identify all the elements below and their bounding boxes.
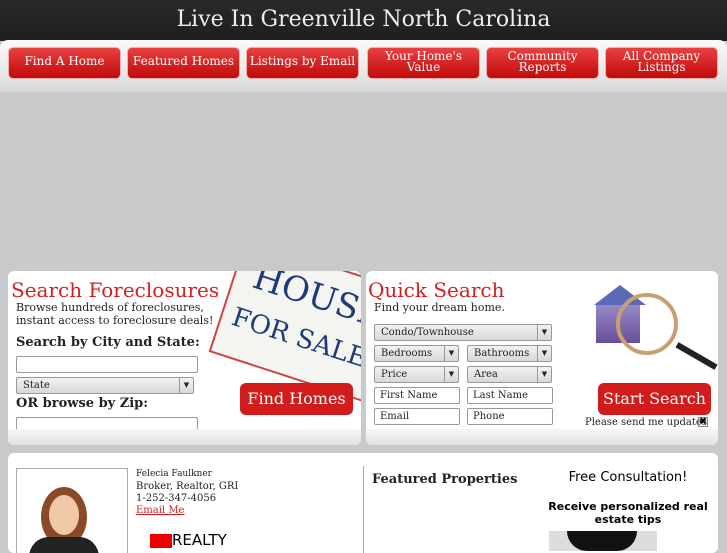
site-title: Live In Greenville North Carolina — [176, 7, 551, 32]
state-select[interactable]: State ▼ — [16, 377, 194, 394]
phone-input[interactable]: Phone — [467, 408, 553, 425]
price-select[interactable]: Price ▼ — [374, 366, 459, 383]
first-name-input[interactable]: First Name — [374, 387, 460, 404]
nav-listings-by-email[interactable]: Listings by Email — [246, 47, 359, 79]
updates-checkbox[interactable]: ✖ — [698, 417, 708, 427]
nav-featured-homes[interactable]: Featured Homes — [127, 47, 240, 79]
foreclosure-panel: HOUSE FOR SALE Search Foreclosures Brows… — [8, 271, 361, 445]
divider — [363, 466, 364, 553]
chevron-down-icon: ▼ — [537, 367, 551, 382]
main-nav: Find A Home Featured Homes Listings by E… — [0, 40, 727, 92]
city-state-label: Search by City and State: — [16, 335, 200, 350]
bathrooms-select[interactable]: Bathrooms ▼ — [467, 345, 552, 362]
updates-label: Please send me updates — [585, 417, 707, 428]
foreclosure-desc-1: Browse hundreds of foreclosures, — [16, 301, 204, 314]
featured-properties-title: Featured Properties — [372, 472, 518, 487]
property-type-select[interactable]: Condo/Townhouse ▼ — [374, 324, 552, 341]
chevron-down-icon: ▼ — [444, 346, 458, 361]
quick-search-panel: Quick Search Find your dream home. Condo… — [366, 271, 718, 445]
foreclosure-title: Search Foreclosures — [11, 278, 220, 302]
nav-your-homes-value[interactable]: Your Home's Value — [367, 47, 480, 79]
email-input[interactable]: Email — [374, 408, 460, 425]
chevron-down-icon: ▼ — [444, 367, 458, 382]
quick-search-subtitle: Find your dream home. — [374, 301, 505, 314]
zip-label: OR browse by Zip: — [16, 396, 149, 411]
consult-image — [549, 531, 657, 551]
consult-subtitle: Receive personalized real estate tips — [548, 500, 708, 526]
bedrooms-select[interactable]: Bedrooms ▼ — [374, 345, 459, 362]
quick-search-title: Quick Search — [368, 278, 505, 302]
chevron-down-icon: ▼ — [537, 346, 551, 361]
area-select[interactable]: Area ▼ — [467, 366, 552, 383]
start-search-button[interactable]: Start Search — [598, 383, 711, 415]
nav-find-a-home[interactable]: Find A Home — [8, 47, 121, 79]
email-me-link[interactable]: Email Me — [136, 504, 184, 517]
nav-all-company-listings[interactable]: All Company Listings — [605, 47, 718, 79]
bottom-panel: Felecia Faulkner Broker, Realtor, GRI 1-… — [8, 453, 718, 553]
realty-logo: REALTY — [150, 533, 227, 552]
agent-photo — [16, 468, 128, 553]
chevron-down-icon: ▼ — [179, 378, 193, 393]
house-magnifier-image — [594, 283, 718, 373]
foreclosure-desc-2: instant access to foreclosure deals! — [16, 314, 214, 327]
city-input[interactable] — [16, 356, 198, 373]
find-homes-button[interactable]: Find Homes — [240, 383, 353, 415]
last-name-input[interactable]: Last Name — [467, 387, 553, 404]
consult-title: Free Consultation! — [568, 470, 688, 485]
nav-community-reports[interactable]: Community Reports — [486, 47, 599, 79]
chevron-down-icon: ▼ — [537, 325, 551, 340]
site-header: Live In Greenville North Carolina — [0, 0, 727, 41]
